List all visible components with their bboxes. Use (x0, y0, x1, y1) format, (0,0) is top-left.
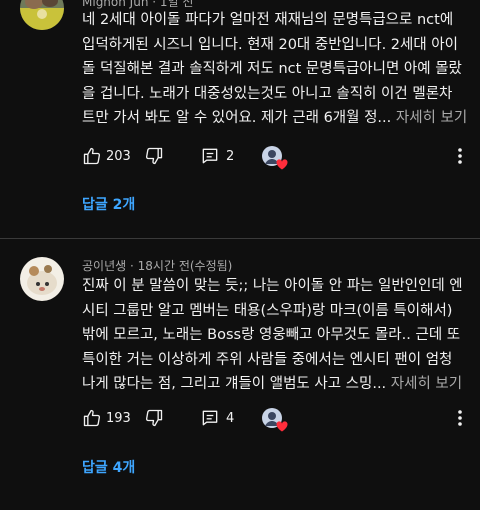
text-line: 진짜 이 분 말씀이 맞는 듯;; 나는 아이돌 안 파는 일반인인데 엔 (82, 278, 463, 294)
divider (0, 238, 480, 239)
read-more-link[interactable]: 자세히 보기 (391, 376, 462, 392)
comment-time[interactable]: 18시간 전(수정됨) (138, 259, 233, 273)
comment-actions: 193 4 (82, 406, 472, 432)
reply-button[interactable]: 2 (200, 144, 234, 168)
text-line: 네 2세대 아이돌 파다가 얼마전 재재님의 문명특급으로 nct에 (82, 12, 454, 28)
separator-dot: · (130, 259, 134, 273)
like-button[interactable]: 203 (82, 144, 131, 168)
reply-button[interactable]: 4 (200, 406, 234, 430)
creator-heart (262, 406, 288, 432)
view-replies-button[interactable]: 답글 4개 (82, 457, 135, 477)
comment-text: 진짜 이 분 말씀이 맞는 듯;; 나는 아이돌 안 파는 일반인인데 엔 시티… (82, 274, 463, 397)
more-options-button[interactable] (452, 406, 468, 430)
author-name[interactable]: 공이년생 (82, 259, 126, 273)
reply-count: 2 (226, 148, 235, 164)
comment-meta: 공이년생 · 18시간 전(수정됨) (82, 257, 232, 274)
reply-comment-icon (200, 146, 220, 166)
view-replies-button[interactable]: 답글 2개 (82, 194, 135, 214)
text-line: 시티 그룹만 알고 멤버는 태용(스우파)랑 마크(이름 특이해서) (82, 302, 453, 319)
comment-1: Mignon Jun · 1일 전 네 2세대 아이돌 파다가 얼마전 재재님의… (0, 0, 480, 240)
dislike-button[interactable] (144, 406, 164, 430)
like-count: 193 (106, 410, 131, 426)
reply-comment-icon (200, 408, 220, 428)
dislike-button[interactable] (144, 144, 164, 168)
text-line: 나게 많다는 점, 그리고 걔들이 앨범도 사고 스밍... 자세히 보기 (82, 372, 462, 397)
comment-text: 네 2세대 아이돌 파다가 얼마전 재재님의 문명특급으로 nct에 입덕하게된… (82, 8, 467, 131)
more-vertical-icon (452, 408, 468, 428)
comment-2: 공이년생 · 18시간 전(수정됨) 진짜 이 분 말씀이 맞는 듯;; 나는 … (0, 240, 480, 510)
text-line: 밖에 모르고, 노래는 Boss랑 영웅빼고 아무것도 몰라.. 근데 또 (82, 327, 461, 343)
more-vertical-icon (452, 146, 468, 166)
like-count: 203 (106, 148, 131, 164)
creator-heart-icon (262, 408, 288, 432)
avatar[interactable] (20, 0, 64, 30)
creator-heart-icon (262, 146, 288, 170)
creator-heart (262, 144, 288, 170)
read-more-link[interactable]: 자세히 보기 (396, 110, 467, 126)
reply-count: 4 (226, 410, 235, 426)
avatar[interactable] (20, 257, 64, 301)
text-line-last: 트만 가서 봐도 알 수 있어요. 제가 근래 6개월 정... (82, 110, 392, 126)
text-line: 입덕하게된 시즈니 입니다. 현재 20대 중반입니다. 2세대 아이 (82, 36, 458, 53)
thumbs-down-icon (144, 146, 164, 166)
text-line: 을 겁니다. 노래가 대중성있는것도 아니고 솔직히 이건 멜론차 (82, 85, 453, 102)
text-line-last: 나게 많다는 점, 그리고 걔들이 앨범도 사고 스밍... (82, 376, 387, 392)
comment-actions: 203 2 (82, 144, 472, 170)
text-line: 트만 가서 봐도 알 수 있어요. 제가 근래 6개월 정... 자세히 보기 (82, 106, 467, 131)
more-options-button[interactable] (452, 144, 468, 168)
thumbs-up-icon (82, 408, 102, 428)
text-line: 특이한 거는 이상하게 주위 사람들 중에서는 엔시티 팬이 엄청 (82, 351, 453, 368)
like-button[interactable]: 193 (82, 406, 131, 430)
text-line: 돌 덕질해본 결과 솔직하게 저도 nct 문명특급아니면 아예 몰랐 (82, 61, 462, 77)
thumbs-down-icon (144, 408, 164, 428)
thumbs-up-icon (82, 146, 102, 166)
